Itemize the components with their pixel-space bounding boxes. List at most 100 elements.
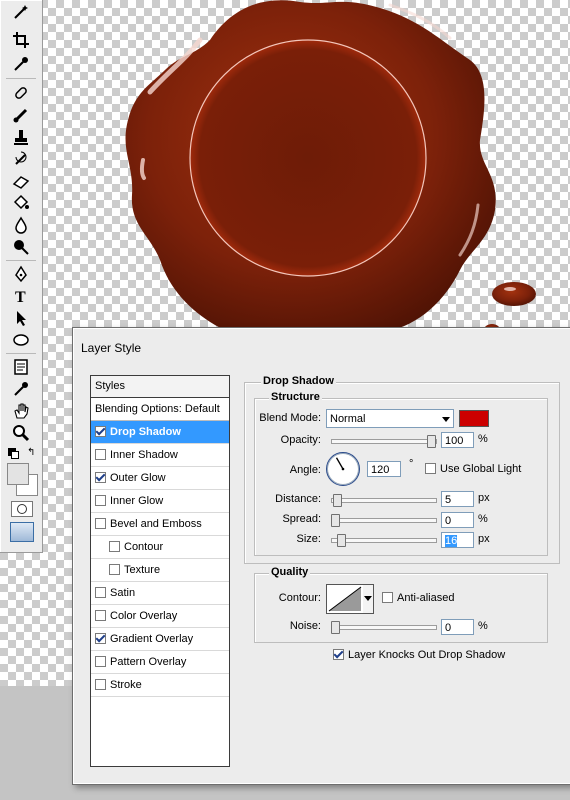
style-item-checkbox[interactable] <box>95 517 106 529</box>
style-item-label: Color Overlay <box>110 610 178 622</box>
styles-header[interactable]: Styles <box>91 376 229 398</box>
anti-aliased-check[interactable] <box>382 591 393 603</box>
style-item-label: Bevel and Emboss <box>110 518 202 530</box>
size-label: Size: <box>296 533 321 545</box>
chevron-down-icon <box>364 596 372 601</box>
opacity-slider-track[interactable] <box>331 439 437 444</box>
pen-icon[interactable] <box>10 264 32 284</box>
style-item-label: Gradient Overlay <box>110 633 194 645</box>
style-item-outer-glow[interactable]: Outer Glow <box>91 467 229 490</box>
layer-style-dialog: Layer Style Styles Blending Options: Def… <box>72 327 570 785</box>
clone-stamp-icon[interactable] <box>10 127 32 147</box>
style-item-pattern-overlay[interactable]: Pattern Overlay <box>91 651 229 674</box>
style-item-checkbox[interactable] <box>95 448 106 460</box>
color-sampler-icon[interactable] <box>10 379 32 399</box>
structure-title: Structure <box>269 391 322 403</box>
spread-slider-track[interactable] <box>331 518 437 523</box>
style-item-checkbox[interactable] <box>95 678 106 690</box>
style-item-label: Inner Shadow <box>110 449 178 461</box>
style-item-label: Pattern Overlay <box>110 656 187 668</box>
anti-aliased-checkbox[interactable]: Anti-aliased <box>382 591 454 604</box>
default-colors-icon[interactable] <box>8 448 19 459</box>
style-item-label: Stroke <box>110 679 142 691</box>
style-item-blending-options-default[interactable]: Blending Options: Default <box>91 398 229 421</box>
blur-icon[interactable] <box>10 215 32 235</box>
style-item-checkbox[interactable] <box>95 471 106 483</box>
size-input[interactable]: 16 <box>441 532 474 548</box>
path-selection-icon[interactable] <box>10 308 32 328</box>
eyedropper-icon[interactable] <box>10 54 32 74</box>
style-item-bevel-and-emboss[interactable]: Bevel and Emboss <box>91 513 229 536</box>
paint-bucket-icon[interactable] <box>10 193 32 213</box>
style-item-checkbox[interactable] <box>95 494 106 506</box>
dodge-icon[interactable] <box>10 237 32 257</box>
size-slider-thumb[interactable] <box>336 534 346 547</box>
distance-slider-track[interactable] <box>331 498 437 503</box>
angle-dial[interactable] <box>326 452 360 486</box>
opacity-unit: % <box>478 433 488 445</box>
style-item-inner-glow[interactable]: Inner Glow <box>91 490 229 513</box>
style-item-checkbox[interactable] <box>95 632 106 644</box>
style-item-checkbox[interactable] <box>95 586 106 598</box>
hand-icon[interactable] <box>10 401 32 421</box>
style-item-color-overlay[interactable]: Color Overlay <box>91 605 229 628</box>
style-item-label: Satin <box>110 587 136 599</box>
size-slider-track[interactable] <box>331 538 437 543</box>
use-global-light-checkbox[interactable]: Use Global Light <box>425 462 521 475</box>
drop-shadow-title: Drop Shadow <box>261 375 336 387</box>
eraser-icon[interactable] <box>10 171 32 191</box>
shadow-color-swatch[interactable] <box>459 410 489 427</box>
history-brush-icon[interactable] <box>10 149 32 169</box>
style-item-satin[interactable]: Satin <box>91 582 229 605</box>
style-item-label: Inner Glow <box>110 495 164 507</box>
noise-slider-track[interactable] <box>331 625 437 630</box>
knockout-check[interactable] <box>333 648 344 660</box>
dialog-title: Layer Style <box>81 341 142 355</box>
style-item-inner-shadow[interactable]: Inner Shadow <box>91 444 229 467</box>
style-item-gradient-overlay[interactable]: Gradient Overlay <box>91 628 229 651</box>
knockout-checkbox[interactable]: Layer Knocks Out Drop Shadow <box>333 648 505 661</box>
style-item-checkbox[interactable] <box>95 609 106 621</box>
spread-slider-thumb[interactable] <box>331 514 340 527</box>
screen-mode-button[interactable] <box>10 522 34 542</box>
spread-input[interactable]: 0 <box>441 512 474 528</box>
crop-icon[interactable] <box>10 30 32 50</box>
quick-mask-button[interactable] <box>11 501 33 517</box>
distance-input[interactable]: 5 <box>441 491 474 507</box>
distance-slider-thumb[interactable] <box>332 494 342 507</box>
foreground-color-swatch[interactable] <box>7 463 29 485</box>
style-item-checkbox[interactable] <box>109 540 120 552</box>
noise-label: Noise: <box>289 620 321 632</box>
spread-label: Spread: <box>282 513 321 525</box>
angle-unit: ° <box>409 458 414 470</box>
use-global-light-check[interactable] <box>425 462 436 474</box>
swap-colors-icon[interactable]: ↰ <box>27 447 35 458</box>
noise-input[interactable]: 0 <box>441 619 474 635</box>
magic-wand-icon[interactable] <box>10 2 32 22</box>
contour-preview[interactable] <box>326 584 364 614</box>
distance-unit: px <box>478 492 490 504</box>
ellipse-icon[interactable] <box>10 330 32 350</box>
style-item-checkbox[interactable] <box>95 425 106 437</box>
style-item-drop-shadow[interactable]: Drop Shadow <box>91 421 229 444</box>
chevron-down-icon <box>442 417 450 422</box>
type-icon[interactable]: T <box>10 286 32 306</box>
style-item-checkbox[interactable] <box>95 655 106 667</box>
brush-icon[interactable] <box>10 105 32 125</box>
contour-dropdown[interactable] <box>363 584 374 614</box>
style-item-stroke[interactable]: Stroke <box>91 674 229 697</box>
opacity-slider-thumb[interactable] <box>427 435 436 448</box>
blend-mode-select[interactable]: Normal <box>326 409 454 428</box>
angle-input[interactable]: 120 <box>367 461 401 477</box>
distance-label: Distance: <box>275 493 321 505</box>
style-item-texture[interactable]: Texture <box>91 559 229 582</box>
healing-brush-icon[interactable] <box>10 83 32 103</box>
style-item-contour[interactable]: Contour <box>91 536 229 559</box>
zoom-icon[interactable] <box>10 423 32 443</box>
opacity-input[interactable]: 100 <box>441 432 474 448</box>
angle-label: Angle: <box>289 464 321 476</box>
noise-slider-thumb[interactable] <box>331 621 340 634</box>
style-item-checkbox[interactable] <box>109 563 120 575</box>
notes-icon[interactable] <box>10 357 32 377</box>
contour-label: Contour: <box>278 592 321 604</box>
